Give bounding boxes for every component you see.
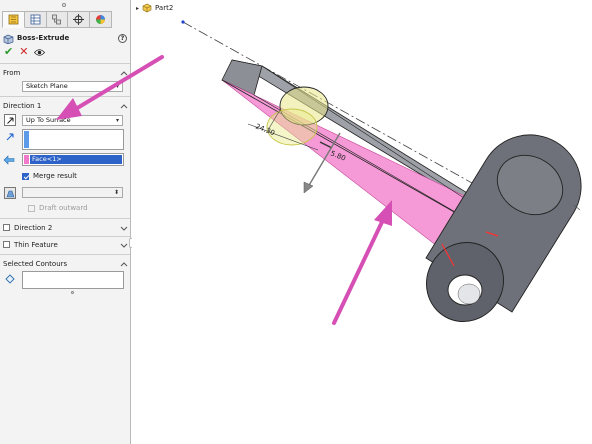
annotation-arrow-shaft bbox=[72, 55, 164, 112]
boss-preview-bottom[interactable] bbox=[266, 108, 318, 146]
annotation-arrow-head-icon bbox=[56, 98, 82, 120]
model-viewport: 24.30 5.80 bbox=[56, 20, 582, 325]
vertical-scrollbar[interactable] bbox=[583, 0, 592, 444]
origin-point bbox=[181, 20, 185, 24]
annotation-arrow-shaft bbox=[332, 220, 384, 325]
direction-arrow-head-icon[interactable] bbox=[303, 181, 314, 194]
hub-bore-inner bbox=[457, 283, 481, 305]
